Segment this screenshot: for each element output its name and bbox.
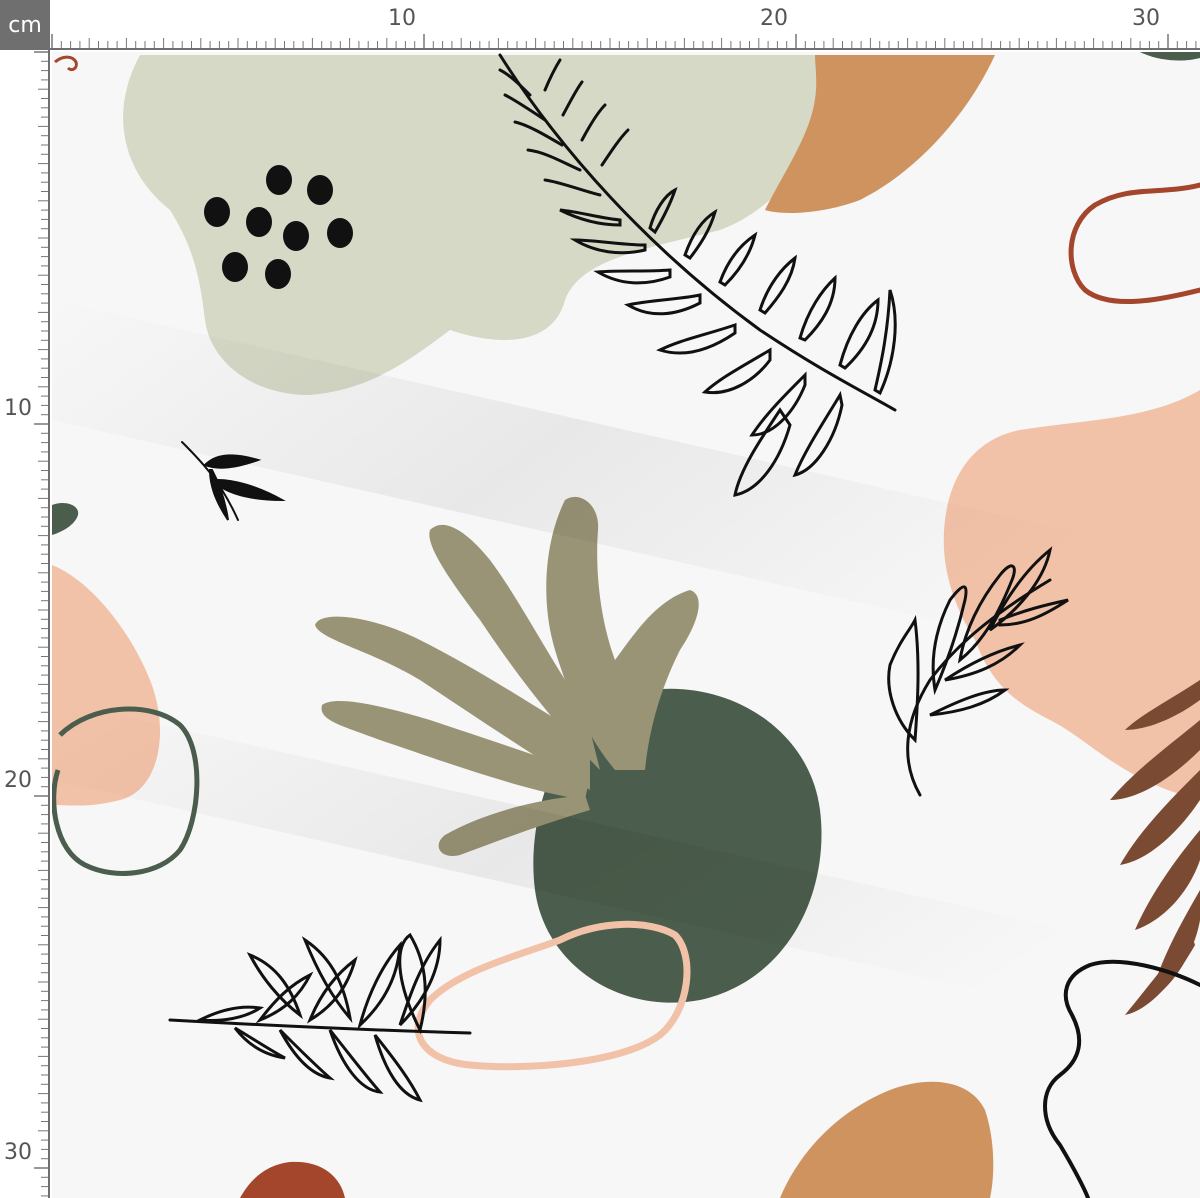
- ruler-unit-corner: cm: [0, 0, 50, 50]
- forest-edge-top-right: [1140, 52, 1200, 61]
- rust-curl: [54, 55, 78, 72]
- ruler-top-label-20: 20: [760, 6, 788, 31]
- ruler-left-label-30: 30: [4, 1140, 32, 1165]
- pattern-artwork: [52, 52, 1200, 1198]
- rust-loop: [1068, 182, 1200, 305]
- forest-edge-shape: [52, 503, 79, 535]
- ruler-left: 10 20 30: [0, 50, 50, 1198]
- ruler-left-ticks: [34, 51, 48, 1197]
- fern-leaf-bottom: [168, 932, 472, 1103]
- ruler-left-label-20: 20: [4, 768, 32, 793]
- ruler-top-label-30: 30: [1132, 6, 1160, 31]
- ruler-top-ticks: [51, 34, 1197, 48]
- ruler-top-label-10: 10: [388, 6, 416, 31]
- ruler-unit-label: cm: [8, 12, 42, 38]
- ruler-left-label-10: 10: [4, 396, 32, 421]
- fabric-pattern-preview: [52, 52, 1200, 1198]
- rust-blob-bottom: [240, 1161, 345, 1198]
- ruler-top: 10 20 30: [50, 0, 1200, 50]
- terracotta-blob-bottom: [780, 1081, 994, 1198]
